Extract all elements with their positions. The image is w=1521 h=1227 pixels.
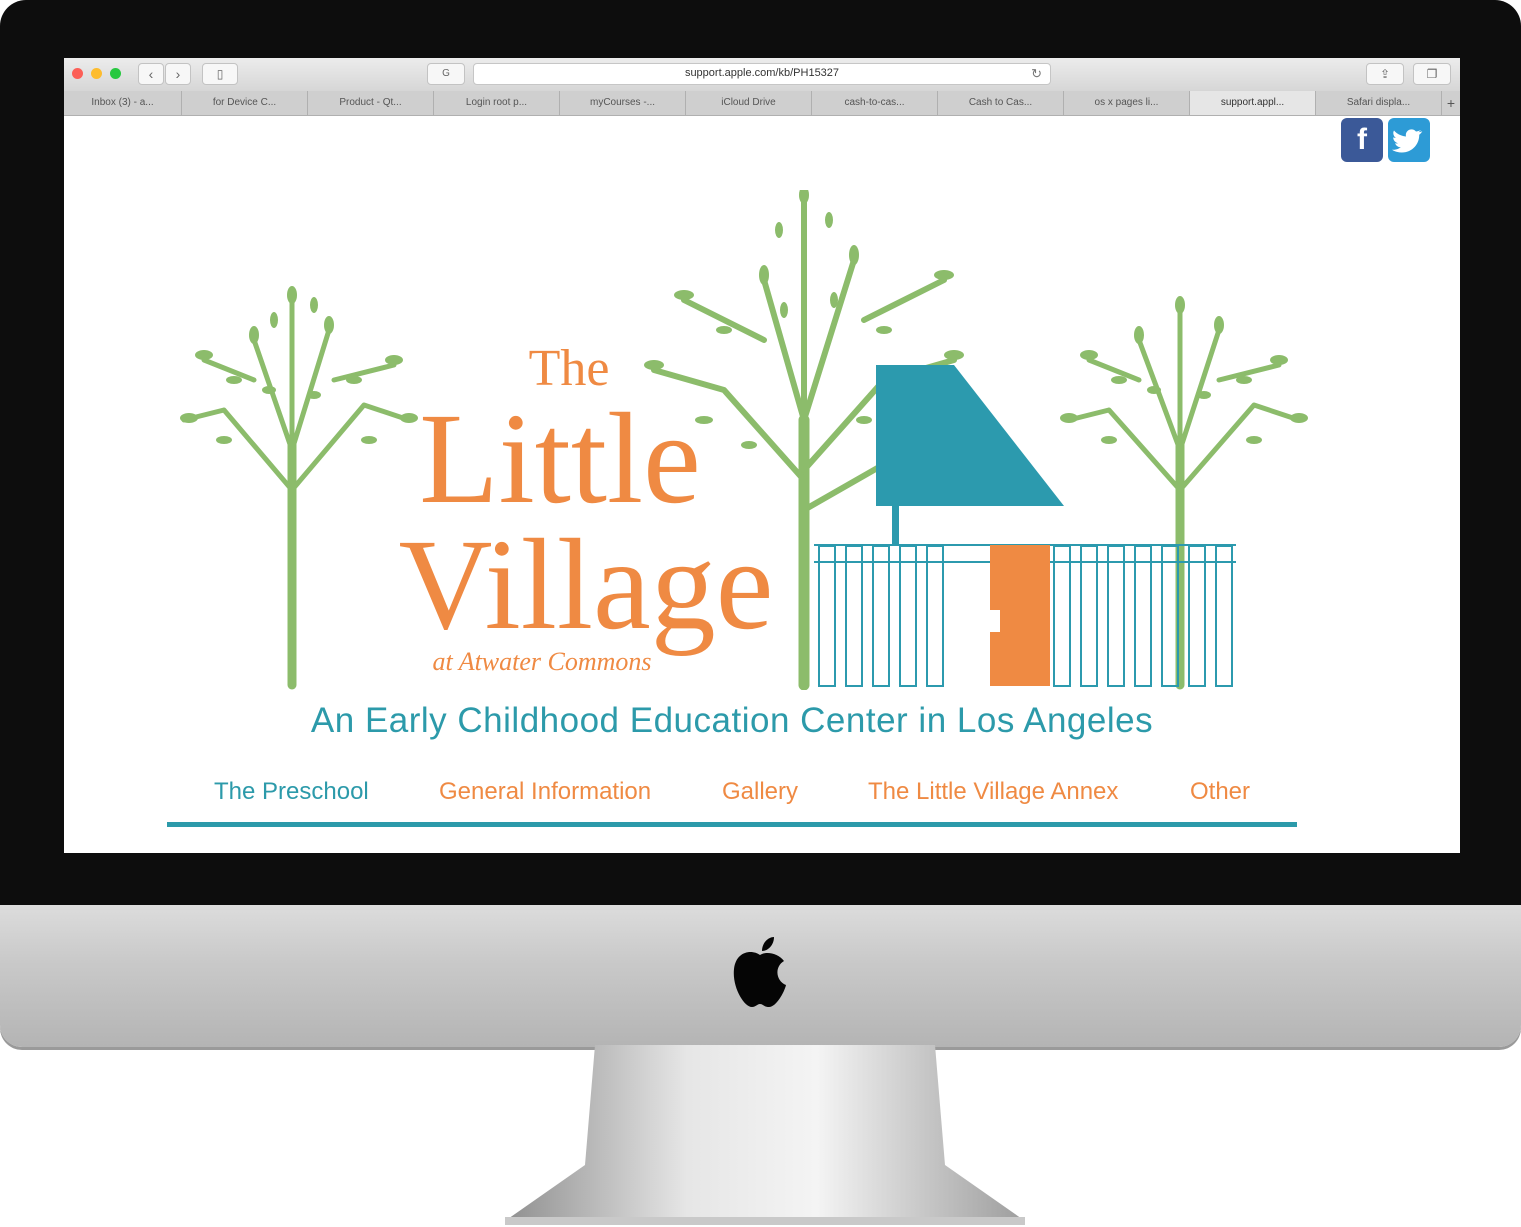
apple-logo-icon	[733, 937, 786, 1007]
minimize-light-icon[interactable]	[91, 68, 102, 79]
address-url: support.apple.com/kb/PH15327	[684, 67, 840, 79]
tab[interactable]: iCloud Drive	[686, 91, 812, 115]
back-icon[interactable]: ‹	[138, 63, 164, 85]
nav-underline	[167, 822, 1297, 827]
right-tree	[1066, 307, 1302, 690]
zoom-light-icon[interactable]	[110, 68, 121, 79]
logo-village: Village	[399, 513, 774, 657]
close-light-icon[interactable]	[72, 68, 83, 79]
new-tab-icon[interactable]: +	[1442, 91, 1460, 115]
tab[interactable]: myCourses -...	[560, 91, 686, 115]
tab[interactable]: Product - Qt...	[308, 91, 434, 115]
tagline: An Early Childhood Education Center in L…	[310, 701, 1154, 740]
facebook-icon[interactable]: f	[1341, 118, 1383, 162]
left-tree	[181, 297, 412, 690]
little-village-logo: The Little Village at Atwater Commons	[180, 190, 1308, 690]
browser-window: ‹ › ▯ G support.apple.com/kb/PH15327 ↻ ⇪…	[64, 58, 1460, 853]
reload-icon[interactable]: ↻	[1031, 66, 1042, 82]
twitter-icon[interactable]	[1388, 118, 1430, 162]
address-bar[interactable]: support.apple.com/kb/PH15327 ↻	[473, 63, 1051, 85]
monitor-stand	[505, 1045, 1025, 1225]
tab[interactable]: Cash to Cas...	[938, 91, 1064, 115]
nav-item-other[interactable]: Other	[1190, 778, 1250, 806]
tab[interactable]: cash-to-cas...	[812, 91, 938, 115]
logo-little: Little	[419, 387, 701, 531]
tab-bar: Inbox (3) - a... for Device C... Product…	[64, 91, 1460, 116]
tab[interactable]: Inbox (3) - a...	[64, 91, 182, 115]
tab[interactable]: Login root p...	[434, 91, 560, 115]
shield-icon[interactable]: G	[427, 63, 465, 85]
nav-item-gallery[interactable]: Gallery	[722, 778, 798, 806]
twitter-bird-icon	[1392, 129, 1423, 153]
sidebar-icon[interactable]: ▯	[202, 63, 238, 85]
forward-icon[interactable]: ›	[165, 63, 191, 85]
page-content: f The Little Village at Atwater Commons …	[64, 116, 1460, 853]
house-roof	[876, 365, 1064, 506]
tab[interactable]: os x pages li...	[1064, 91, 1190, 115]
nav-item-annex[interactable]: The Little Village Annex	[868, 778, 1118, 806]
nav-item-preschool[interactable]: The Preschool	[214, 778, 369, 806]
nav-item-general-information[interactable]: General Information	[439, 778, 651, 806]
tab[interactable]: for Device C...	[182, 91, 308, 115]
logo-subtitle: at Atwater Commons	[432, 647, 651, 676]
tab-active[interactable]: support.appl...	[1190, 91, 1316, 115]
tab[interactable]: Safari displa...	[1316, 91, 1442, 115]
share-icon[interactable]: ⇪	[1366, 63, 1404, 85]
tabs-overview-icon[interactable]: ❐	[1413, 63, 1451, 85]
browser-toolbar: ‹ › ▯ G support.apple.com/kb/PH15327 ↻ ⇪…	[64, 58, 1460, 92]
